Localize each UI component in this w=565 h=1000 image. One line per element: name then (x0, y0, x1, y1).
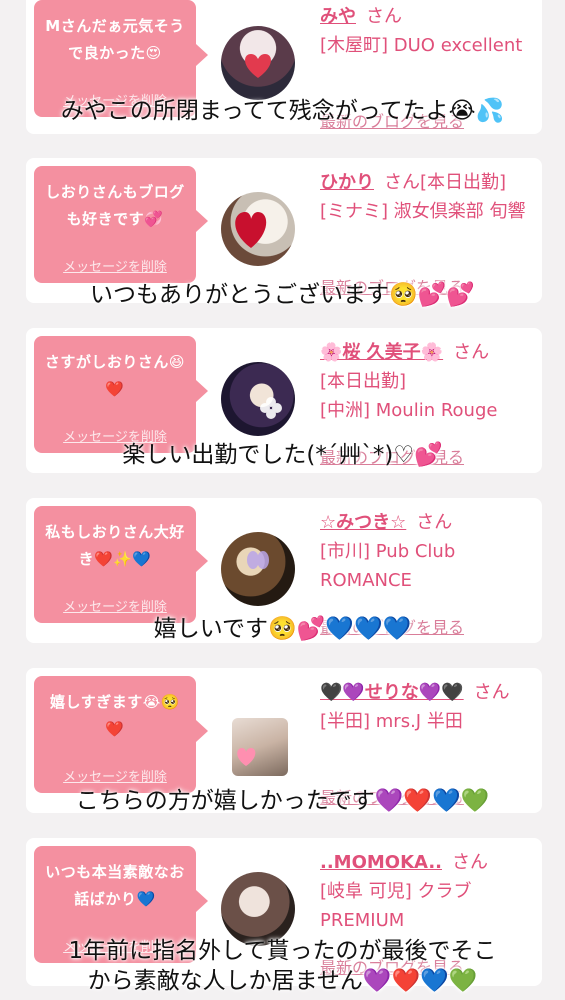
honorific: さん (452, 852, 488, 873)
butterfly-sticker-icon (247, 551, 269, 569)
avatar[interactable] (221, 192, 295, 266)
avatar[interactable] (232, 718, 288, 776)
overlay-caption: 嬉しいです🥺💕💙💙💙 (153, 616, 412, 642)
girl-info: みや さん [木屋町] DUO excellent (320, 2, 532, 60)
attendance-badge: [本日出勤] (320, 371, 407, 392)
overlay-caption: 楽しい出勤でした(*´艸`*)♡💕 (122, 442, 443, 468)
message-bubble: 私もしおりさん大好き❤️✨💙 メッセージを削除 (34, 506, 208, 623)
shop-area: [ミナミ] 淑女倶楽部 旬響 (320, 201, 526, 222)
message-text: 嬉しすぎます😭🥺❤️ (50, 693, 180, 738)
shop-area: [中洲] Moulin Rouge (320, 400, 498, 421)
girl-name-link[interactable]: 🌸桜 久美子🌸 (320, 342, 443, 363)
honorific: さん (416, 512, 453, 533)
message-text: いつも本当素敵なお話ばかり💙 (45, 863, 185, 908)
girl-info: ☆みつき☆ さん [市川] Pub Club ROMANCE (320, 508, 532, 595)
message-text: しおりさんもブログも好きです💞 (45, 183, 185, 228)
overlay-caption: いつもありがとうございます🥺💕💕 (90, 282, 475, 308)
avatar[interactable] (221, 26, 295, 100)
avatar[interactable] (221, 362, 295, 436)
message-text: Mさんだぁ元気そうで良かった😍 (45, 17, 185, 62)
girl-info: ..MOMOKA.. さん [岐阜 可児] クラブ PREMIUM (320, 848, 532, 935)
girl-name-link[interactable]: みや (320, 6, 356, 27)
shop-area: [岐阜 可児] クラブ PREMIUM (320, 881, 472, 931)
avatar[interactable] (221, 872, 295, 946)
honorific: さん (366, 6, 402, 27)
girl-name-link[interactable]: ひかり (320, 172, 374, 193)
girl-info: 🌸桜 久美子🌸 さん [本日出勤] [中洲] Moulin Rouge (320, 338, 532, 425)
message-text: 私もしおりさん大好き❤️✨💙 (45, 523, 185, 568)
delete-message-link[interactable]: メッセージを削除 (34, 596, 196, 615)
flower-sticker-icon (260, 397, 282, 419)
girl-name-link[interactable]: ☆みつき☆ (320, 512, 406, 533)
message-bubble: しおりさんもブログも好きです💞 メッセージを削除 (34, 166, 208, 283)
message-text: さすがしおりさん😆❤️ (44, 353, 186, 398)
overlay-caption-line1: 1年前に指名外して貰ったのが最後でそこ (68, 938, 497, 964)
honorific: さん (384, 172, 420, 193)
girl-name-link[interactable]: ..MOMOKA.. (320, 852, 442, 873)
heart-sticker-icon (237, 748, 256, 766)
attendance-badge: [本日出勤] (420, 172, 507, 193)
heart-sticker-icon (245, 54, 271, 78)
girl-info: ひかり さん[本日出勤] [ミナミ] 淑女倶楽部 旬響 (320, 168, 532, 226)
overlay-caption: みやこの所閉まってて残念がってたよ😭💦 (60, 98, 505, 124)
shop-area: [半田] mrs.J 半田 (320, 711, 463, 732)
honorific: さん (473, 682, 510, 703)
girl-name-link[interactable]: 🖤💜せりな💜🖤 (320, 682, 464, 703)
shop-area: [市川] Pub Club ROMANCE (320, 541, 456, 591)
delete-message-link[interactable]: メッセージを削除 (34, 766, 196, 785)
overlay-caption: こちらの方が嬉しかったです💜❤️💙💚 (75, 788, 490, 814)
avatar[interactable] (221, 532, 295, 606)
message-bubble: さすがしおりさん😆❤️ メッセージを削除 (34, 336, 208, 453)
overlay-caption-line2: から素敵な人しか居ません💜❤️💙💚 (87, 968, 478, 994)
message-bubble: 嬉しすぎます😭🥺❤️ メッセージを削除 (34, 676, 208, 793)
girl-info: 🖤💜せりな💜🖤 さん [半田] mrs.J 半田 (320, 678, 532, 736)
shop-area: [木屋町] DUO excellent (320, 35, 523, 56)
delete-message-link[interactable]: メッセージを削除 (34, 256, 196, 275)
honorific: さん (453, 342, 490, 363)
heart-sticker-icon (235, 212, 267, 248)
